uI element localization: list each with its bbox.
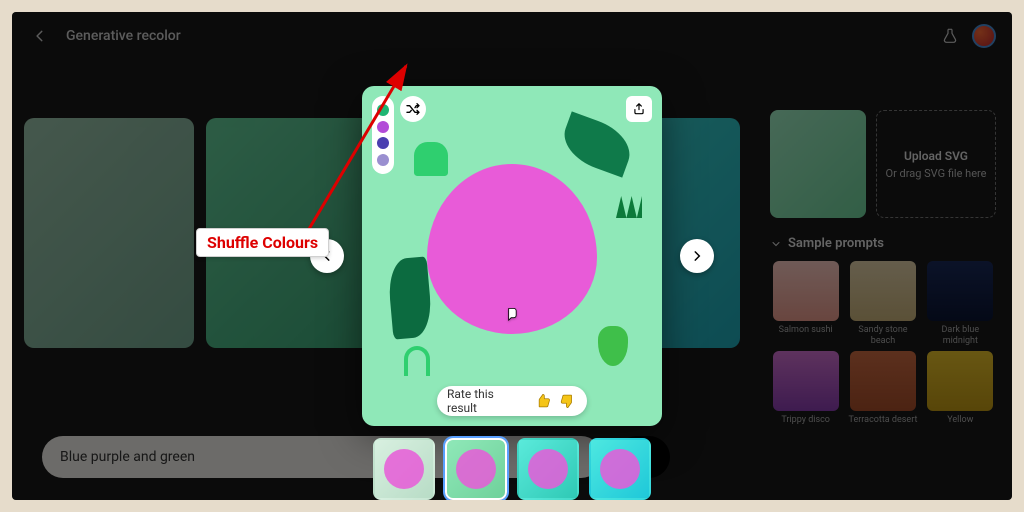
upload-hint: Or drag SVG file here: [886, 167, 987, 180]
upload-preview: [770, 110, 866, 218]
chevron-right-icon: [690, 249, 704, 263]
variant-thumb[interactable]: [589, 438, 651, 500]
artwork-arch: [404, 346, 430, 376]
annotation-label: Shuffle Colours: [196, 228, 329, 257]
variant-thumb-selected[interactable]: [445, 438, 507, 500]
upload-dropzone[interactable]: Upload SVG Or drag SVG file here: [876, 110, 996, 218]
sample-item[interactable]: Dark blue midnight: [925, 261, 996, 345]
variant-card[interactable]: [24, 118, 194, 348]
result-modal: Rate this result: [362, 86, 662, 426]
share-icon: [632, 102, 646, 116]
avatar[interactable]: [972, 24, 996, 48]
sample-item[interactable]: Yellow: [925, 351, 996, 435]
thumbs-down-button[interactable]: [559, 392, 577, 410]
rate-label: Rate this result: [447, 387, 526, 415]
swatch: [377, 121, 389, 133]
page-title: Generative recolor: [66, 28, 181, 44]
thumbs-up-button[interactable]: [534, 392, 552, 410]
result-card: Rate this result: [362, 86, 662, 426]
artwork-pear: [598, 326, 628, 366]
variant-thumb[interactable]: [373, 438, 435, 500]
sample-item[interactable]: Trippy disco: [770, 351, 841, 435]
sample-prompts-toggle[interactable]: Sample prompts: [770, 236, 996, 251]
variant-thumbnails: [373, 438, 651, 500]
sample-item[interactable]: Sandy stone beach: [847, 261, 918, 345]
back-button[interactable]: [28, 24, 52, 48]
shuffle-icon: [405, 101, 421, 117]
swatch: [377, 154, 389, 166]
labs-icon[interactable]: [942, 28, 958, 44]
shuffle-button[interactable]: [400, 96, 426, 122]
swatch: [377, 104, 389, 116]
chevron-down-icon: [770, 238, 782, 250]
sample-prompts-heading: Sample prompts: [788, 236, 884, 251]
next-button[interactable]: [680, 239, 714, 273]
upload-title: Upload SVG: [904, 149, 968, 163]
variant-thumb[interactable]: [517, 438, 579, 500]
chevron-left-icon: [33, 29, 47, 43]
swatch: [377, 137, 389, 149]
cursor-icon: [502, 306, 522, 330]
share-button[interactable]: [626, 96, 652, 122]
rate-bar: Rate this result: [437, 386, 587, 416]
sample-item[interactable]: Salmon sushi: [770, 261, 841, 345]
sample-item[interactable]: Terracotta desert: [847, 351, 918, 435]
color-palette[interactable]: [372, 96, 394, 174]
artwork-plant: [616, 196, 642, 218]
header: Generative recolor: [12, 12, 1012, 60]
